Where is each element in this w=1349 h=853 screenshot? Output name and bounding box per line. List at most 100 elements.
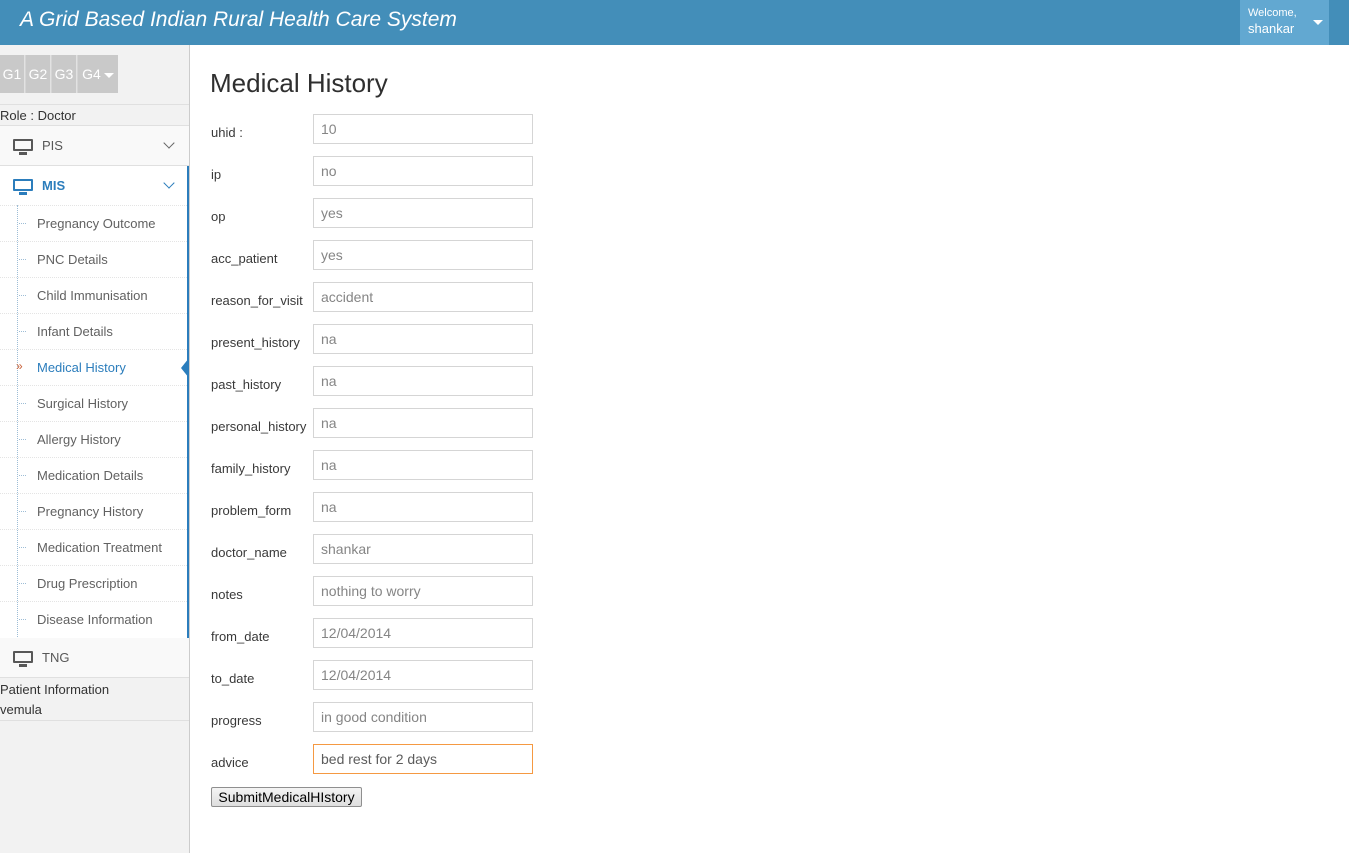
present-history-label: present_history xyxy=(211,335,300,350)
to-date-label: to_date xyxy=(211,671,255,686)
monitor-icon xyxy=(13,651,33,667)
form-row-doctor-name: doctor_name xyxy=(211,534,541,564)
tree-tick xyxy=(19,475,26,476)
form-row-problem-form: problem_form xyxy=(211,492,541,522)
chevron-down-icon xyxy=(163,137,175,149)
caret-down-icon xyxy=(103,72,114,78)
patient-info: Patient Information vemula xyxy=(0,679,189,721)
caret-down-icon xyxy=(1313,20,1323,25)
submenu-item-child-immunisation[interactable]: Child Immunisation xyxy=(0,277,187,313)
nav-item-label: TNG xyxy=(42,650,70,665)
family-history-input[interactable] xyxy=(313,450,533,480)
tree-tick xyxy=(19,583,26,584)
notes-input[interactable] xyxy=(313,576,533,606)
family-history-label: family_history xyxy=(211,461,291,476)
shortcut-g4-label: G4 xyxy=(82,66,101,82)
mis-submenu: Pregnancy Outcome PNC Details Child Immu… xyxy=(0,205,189,638)
to-date-input[interactable] xyxy=(313,660,533,690)
personal-history-label: personal_history xyxy=(211,419,307,434)
reason-for-visit-label: reason_for_visit xyxy=(211,293,303,308)
submenu-item-disease-information[interactable]: Disease Information xyxy=(0,601,187,637)
form-row-to-date: to_date xyxy=(211,660,541,690)
submenu-item-label: Disease Information xyxy=(37,612,153,627)
patient-name: vemula xyxy=(0,702,42,717)
reason-for-visit-input[interactable] xyxy=(313,282,533,312)
tree-tick xyxy=(19,403,26,404)
submenu-item-label: Allergy History xyxy=(37,432,121,447)
form-row-uhid: uhid : xyxy=(211,114,541,144)
form-row-from-date: from_date xyxy=(211,618,541,648)
tree-tick xyxy=(19,295,26,296)
nav-item-mis[interactable]: MIS xyxy=(0,166,189,206)
progress-input[interactable] xyxy=(313,702,533,732)
form-row-op: op xyxy=(211,198,541,228)
submenu-item-pregnancy-outcome[interactable]: Pregnancy Outcome xyxy=(0,205,187,241)
submenu-item-drug-prescription[interactable]: Drug Prescription xyxy=(0,565,187,601)
from-date-label: from_date xyxy=(211,629,270,644)
user-role: Role : Doctor xyxy=(0,104,189,126)
submenu-item-label: Child Immunisation xyxy=(37,288,148,303)
op-label: op xyxy=(211,209,226,224)
tree-tick xyxy=(19,259,26,260)
uhid-label: uhid : xyxy=(211,125,243,140)
form-row-past-history: past_history xyxy=(211,366,541,396)
shortcut-g4-dropdown[interactable]: G4 xyxy=(78,55,118,93)
form-row-progress: progress xyxy=(211,702,541,732)
tree-tick xyxy=(19,223,26,224)
form-row-notes: notes xyxy=(211,576,541,606)
welcome-text: Welcome, xyxy=(1248,7,1297,19)
submenu-item-pnc-details[interactable]: PNC Details xyxy=(0,241,187,277)
shortcut-g1-button[interactable]: G1 xyxy=(0,55,25,93)
monitor-icon xyxy=(13,139,33,155)
acc-patient-input[interactable] xyxy=(313,240,533,270)
submenu-item-medication-treatment[interactable]: Medication Treatment xyxy=(0,529,187,565)
double-angle-right-icon: » xyxy=(16,359,23,373)
shortcut-g2-button[interactable]: G2 xyxy=(26,55,51,93)
top-navbar: A Grid Based Indian Rural Health Care Sy… xyxy=(0,0,1349,45)
submenu-item-medical-history[interactable]: » Medical History xyxy=(0,349,189,385)
submenu-item-label: Pregnancy Outcome xyxy=(37,216,156,231)
tree-tick xyxy=(19,331,26,332)
nav-item-pis[interactable]: PIS xyxy=(0,126,189,166)
form-row-present-history: present_history xyxy=(211,324,541,354)
monitor-icon xyxy=(13,179,33,195)
past-history-label: past_history xyxy=(211,377,282,392)
page-title: Medical History xyxy=(210,68,388,98)
advice-label: advice xyxy=(211,755,249,770)
submenu-item-infant-details[interactable]: Infant Details xyxy=(0,313,187,349)
op-input[interactable] xyxy=(313,198,533,228)
form-row-ip: ip xyxy=(211,156,541,186)
personal-history-input[interactable] xyxy=(313,408,533,438)
uhid-input[interactable] xyxy=(313,114,533,144)
ip-input[interactable] xyxy=(313,156,533,186)
submenu-item-label: Medical History xyxy=(37,360,126,375)
doctor-name-input[interactable] xyxy=(313,534,533,564)
shortcut-g3-button[interactable]: G3 xyxy=(52,55,77,93)
submenu-item-medication-details[interactable]: Medication Details xyxy=(0,457,187,493)
advice-input[interactable] xyxy=(313,744,533,774)
progress-label: progress xyxy=(211,713,262,728)
from-date-input[interactable] xyxy=(313,618,533,648)
chevron-down-icon xyxy=(163,177,175,189)
present-history-input[interactable] xyxy=(313,324,533,354)
nav-item-tng[interactable]: TNG xyxy=(0,638,189,678)
submenu-item-surgical-history[interactable]: Surgical History xyxy=(0,385,187,421)
submenu-item-label: Infant Details xyxy=(37,324,113,339)
submenu-item-label: Medication Treatment xyxy=(37,540,163,555)
form-row-personal-history: personal_history xyxy=(211,408,541,438)
submenu-item-allergy-history[interactable]: Allergy History xyxy=(0,421,187,457)
form-row-advice: advice xyxy=(211,744,541,774)
problem-form-input[interactable] xyxy=(313,492,533,522)
sidebar-shortcuts: G1 G2 G3 G4 xyxy=(0,55,118,93)
tree-tick xyxy=(19,439,26,440)
problem-form-label: problem_form xyxy=(211,503,292,518)
user-menu-toggle[interactable]: Welcome, shankar xyxy=(1240,0,1329,45)
past-history-input[interactable] xyxy=(313,366,533,396)
app-title: A Grid Based Indian Rural Health Care Sy… xyxy=(20,8,457,31)
submenu-item-pregnancy-history[interactable]: Pregnancy History xyxy=(0,493,187,529)
acc-patient-label: acc_patient xyxy=(211,251,278,266)
submenu-item-label: Surgical History xyxy=(37,396,129,411)
doctor-name-label: doctor_name xyxy=(211,545,287,560)
tree-tick xyxy=(19,547,26,548)
submit-medical-history-button[interactable]: SubmitMedicalHIstory xyxy=(211,787,362,807)
